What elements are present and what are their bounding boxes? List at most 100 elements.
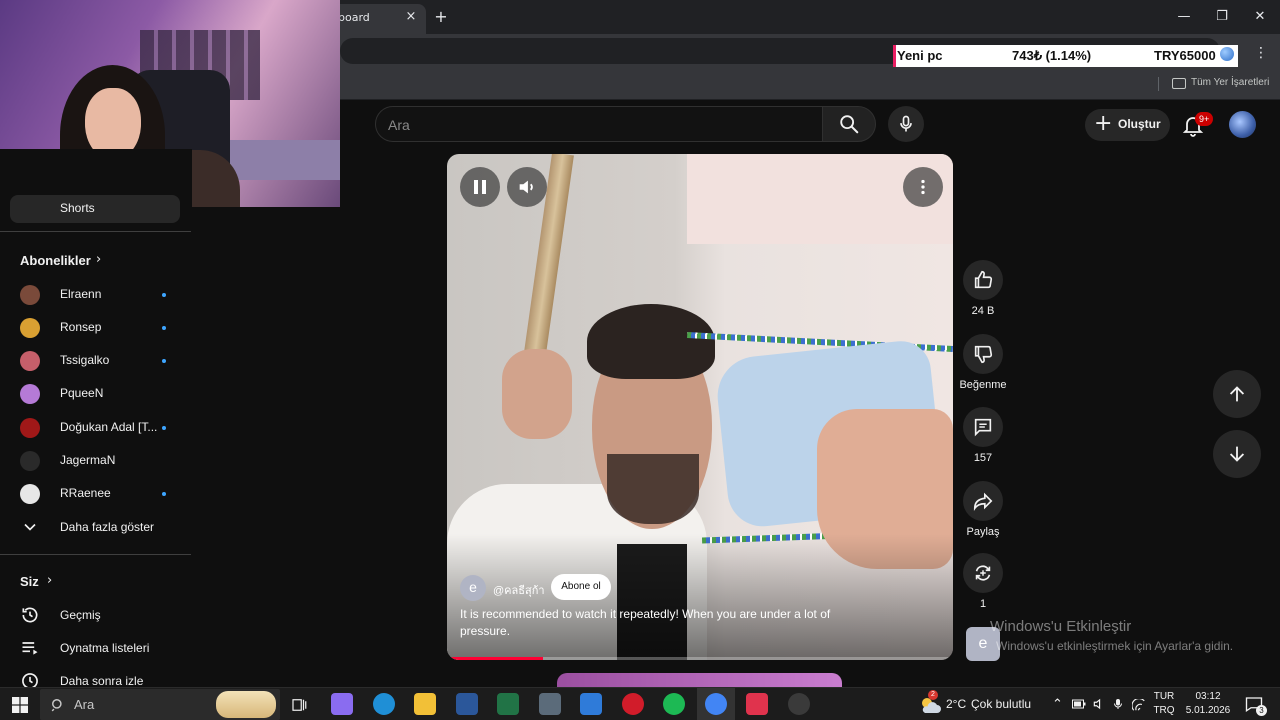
spotify-icon[interactable] bbox=[663, 693, 685, 715]
clock-time[interactable]: 03:12 bbox=[1183, 691, 1233, 702]
activation-watermark-subtitle: Windows'u etkinleştirmek için Ayarlar'a … bbox=[996, 639, 1234, 653]
channel-avatar[interactable]: e bbox=[460, 575, 486, 601]
all-bookmarks-link[interactable]: Tüm Yer İşaretleri bbox=[1191, 77, 1269, 88]
video-caption[interactable]: It is recommended to watch it repeatedly… bbox=[460, 606, 860, 640]
previous-short-button[interactable] bbox=[1213, 370, 1261, 418]
ticker-label: Yeni pc bbox=[897, 48, 943, 63]
volume-icon[interactable] bbox=[1092, 697, 1106, 711]
opera-icon[interactable] bbox=[622, 693, 644, 715]
close-window-button[interactable]: ✕ bbox=[1248, 6, 1272, 28]
sidebar-item-history[interactable]: Geçmiş bbox=[0, 599, 191, 632]
bookmarks-divider bbox=[1158, 77, 1159, 91]
sidebar-item-shorts[interactable]: Shorts bbox=[10, 195, 180, 223]
battery-icon[interactable] bbox=[1072, 699, 1086, 709]
clock-date[interactable]: 5.01.2026 bbox=[1183, 705, 1233, 716]
dislike-button[interactable] bbox=[963, 334, 1003, 374]
file-explorer-icon[interactable] bbox=[414, 693, 436, 715]
comments-button[interactable] bbox=[963, 407, 1003, 447]
search-input[interactable] bbox=[388, 115, 788, 135]
sidebar-item-watch-later[interactable]: Daha sonra izle bbox=[0, 665, 191, 687]
next-short-button[interactable] bbox=[1213, 430, 1261, 478]
language-bottom[interactable]: TRQ bbox=[1153, 705, 1175, 716]
sidebar-item-subscription[interactable]: Elraenn bbox=[0, 278, 191, 311]
divider bbox=[0, 231, 191, 232]
sidebar-item-subscription[interactable]: JagermaN bbox=[0, 444, 191, 477]
shorts-player[interactable]: e @คลธีสุก้า Abone ol It is recommended … bbox=[447, 154, 953, 660]
dislike-label: Beğenme bbox=[959, 379, 1007, 391]
search-icon bbox=[51, 699, 62, 712]
sidebar-item-playlists[interactable]: Oynatma listeleri bbox=[0, 632, 191, 665]
next-short-preview[interactable] bbox=[557, 673, 842, 687]
volume-button[interactable] bbox=[507, 167, 547, 207]
share-label: Paylaş bbox=[966, 526, 1000, 538]
plus-icon: + bbox=[1094, 111, 1113, 136]
more-vertical-icon bbox=[921, 179, 925, 195]
speaker-icon bbox=[519, 180, 533, 194]
create-label: Oluştur bbox=[1118, 117, 1161, 131]
chrome-icon[interactable] bbox=[705, 693, 727, 715]
chevron-right-icon: › bbox=[47, 573, 53, 588]
tray-chevron-up-icon[interactable]: ⌃ bbox=[1052, 696, 1063, 712]
share-button[interactable] bbox=[963, 481, 1003, 521]
thumbs-up-icon bbox=[974, 270, 993, 289]
subscribe-button[interactable]: Abone ol bbox=[551, 574, 611, 600]
pinned-red-app-icon[interactable] bbox=[746, 693, 768, 715]
search-highlight-image bbox=[216, 691, 276, 718]
browser-menu-icon[interactable]: ⋮ bbox=[1254, 43, 1268, 63]
webcam-bed bbox=[230, 140, 340, 180]
microphone-icon[interactable] bbox=[1112, 697, 1124, 711]
windows-taskbar: Ara 2 2°C Çok bulutlu ⌃ TUR TRQ 03:12 5.… bbox=[0, 687, 1280, 720]
excel-icon[interactable] bbox=[497, 693, 519, 715]
channel-avatar bbox=[20, 418, 40, 438]
channel-avatar bbox=[20, 451, 40, 471]
remix-count: 1 bbox=[979, 598, 987, 610]
more-options-button[interactable] bbox=[903, 167, 943, 207]
search-button[interactable] bbox=[822, 106, 876, 142]
weather-description[interactable]: Çok bulutlu bbox=[971, 697, 1031, 711]
globe-icon bbox=[1220, 47, 1234, 61]
account-avatar[interactable] bbox=[1229, 111, 1256, 138]
show-more-button[interactable]: Daha fazla göster bbox=[0, 511, 191, 544]
copilot-icon[interactable] bbox=[331, 693, 353, 715]
browser-tab[interactable]: board × bbox=[330, 4, 426, 34]
calculator-icon[interactable] bbox=[539, 693, 561, 715]
language-top[interactable]: TUR bbox=[1153, 691, 1175, 702]
sidebar-item-subscription[interactable]: Doğukan Adal [T... bbox=[0, 411, 191, 444]
tab-close-icon[interactable]: × bbox=[404, 10, 418, 24]
sidebar-item-subscription[interactable]: RRaenee bbox=[0, 477, 191, 510]
task-view-icon[interactable] bbox=[290, 696, 308, 714]
channel-avatar bbox=[20, 351, 40, 371]
wifi-icon[interactable] bbox=[1132, 699, 1146, 711]
like-button[interactable] bbox=[963, 260, 1003, 300]
channel-name: Tssigalko bbox=[60, 353, 110, 367]
remix-button[interactable] bbox=[963, 553, 1003, 593]
sidebar-item-subscription[interactable]: Tssigalko bbox=[0, 344, 191, 377]
new-tab-button[interactable]: + bbox=[432, 8, 450, 26]
video-progress-bar[interactable] bbox=[447, 657, 953, 660]
create-button[interactable]: + Oluştur bbox=[1085, 109, 1170, 141]
notification-center-badge: 3 bbox=[1256, 705, 1267, 716]
new-content-dot bbox=[162, 492, 166, 496]
windows-start-icon[interactable] bbox=[12, 697, 28, 713]
maximize-button[interactable]: ❐ bbox=[1210, 6, 1234, 28]
sidebar-item-label: Geçmiş bbox=[60, 608, 101, 622]
word-icon[interactable] bbox=[456, 693, 478, 715]
sidebar-item-subscription[interactable]: Ronsep bbox=[0, 311, 191, 344]
voice-search-button[interactable] bbox=[888, 106, 924, 142]
subscriptions-heading[interactable]: Abonelikler bbox=[20, 253, 91, 268]
sidebar-item-subscription[interactable]: PqueeN bbox=[0, 377, 191, 410]
taskbar-search[interactable]: Ara bbox=[40, 689, 280, 720]
playlist-icon bbox=[22, 642, 38, 655]
minimize-button[interactable]: — bbox=[1172, 6, 1196, 28]
channel-handle[interactable]: @คลธีสุก้า bbox=[493, 581, 545, 599]
recording-app-icon[interactable] bbox=[788, 693, 810, 715]
comment-icon bbox=[974, 418, 992, 437]
you-heading[interactable]: Siz bbox=[20, 574, 39, 589]
store-icon[interactable] bbox=[580, 693, 602, 715]
tab-title: board bbox=[338, 11, 370, 24]
edge-icon[interactable] bbox=[373, 693, 395, 715]
weather-temperature[interactable]: 2°C bbox=[946, 697, 966, 711]
pause-button[interactable] bbox=[460, 167, 500, 207]
channel-info: e @คลธีสุก้า Abone ol bbox=[460, 574, 760, 602]
sidebar: Shorts Abonelikler › Elraenn Ronsep Tssi… bbox=[0, 149, 192, 687]
